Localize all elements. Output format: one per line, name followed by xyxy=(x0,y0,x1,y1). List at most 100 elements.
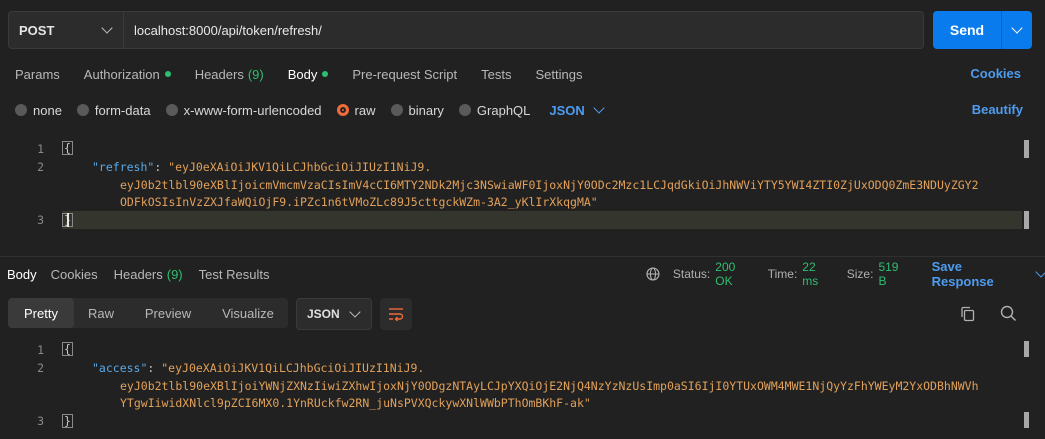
chevron-down-icon xyxy=(1011,22,1023,34)
radio-form-data[interactable]: form-data xyxy=(76,102,151,118)
send-options-button[interactable] xyxy=(1001,11,1032,49)
json-key: "refresh" xyxy=(92,160,155,174)
tab-settings[interactable]: Settings xyxy=(535,67,582,82)
json-string: ODFkOSIsInVzZXJfaWQiOjF9.iPZc1n6tVMoZLc8… xyxy=(120,195,598,209)
response-tab-cookies-label: Cookies xyxy=(50,266,98,282)
response-tab-test-results-label: Test Results xyxy=(198,266,270,282)
radio-circle xyxy=(76,104,89,116)
radio-circle xyxy=(15,104,27,116)
save-response-label: Save Response xyxy=(931,259,994,289)
view-pretty-button[interactable]: Pretty xyxy=(8,298,74,328)
chevron-down-icon xyxy=(1035,266,1045,278)
json-string: "eyJ0eXAiOiJKV1QiLCJhbGciOiJIUzI1NiJ9. xyxy=(168,160,432,174)
response-headers-count: (9) xyxy=(166,266,183,282)
response-view-tabs: Pretty Raw Preview Visualize xyxy=(8,298,288,328)
status-label: Status: xyxy=(672,267,711,281)
active-indicator-dot xyxy=(164,71,171,77)
chevron-down-icon xyxy=(349,306,361,318)
size-value[interactable]: 519 B xyxy=(878,260,909,288)
radio-binary[interactable]: binary xyxy=(390,103,444,118)
response-tab-headers-label: Headers xyxy=(113,266,163,282)
radio-none[interactable]: none xyxy=(15,103,62,118)
request-tabs: Params Authorization Headers (9) Body Pre… xyxy=(15,66,1021,82)
tab-pre-request-script[interactable]: Pre-request Script xyxy=(352,67,457,82)
scrollbar-thumb[interactable] xyxy=(1024,412,1029,428)
send-button-group: Send xyxy=(933,11,1032,49)
tab-tests[interactable]: Tests xyxy=(481,67,511,82)
time-label: Time: xyxy=(767,267,798,281)
scrollbar-thumb[interactable] xyxy=(1024,211,1029,229)
search-icon[interactable] xyxy=(1000,305,1017,322)
tab-authorization-label: Authorization xyxy=(83,66,160,82)
json-string: eyJ0b2tlbl90eXBlIjoiYWNjZXNzIiwiZXhwIjox… xyxy=(120,379,979,393)
radio-graphql[interactable]: GraphQL xyxy=(458,102,531,118)
response-meta: Status: 200 OK Time: 22 ms Size: 519 B S… xyxy=(646,259,1045,289)
tab-settings-label: Settings xyxy=(535,66,583,82)
line-number: 2 xyxy=(37,361,44,375)
body-language-select[interactable]: JSON xyxy=(549,102,605,118)
active-indicator-dot xyxy=(322,71,329,77)
line-number: 2 xyxy=(37,160,44,174)
radio-circle xyxy=(390,104,403,116)
tab-headers[interactable]: Headers (9) xyxy=(195,67,264,82)
radio-urlencoded-label: x-www-form-urlencoded xyxy=(183,102,322,118)
scrollbar-thumb[interactable] xyxy=(1024,341,1029,357)
time-value[interactable]: 22 ms xyxy=(802,260,834,288)
send-button[interactable]: Send xyxy=(933,11,1001,49)
line-number: 3 xyxy=(37,414,44,428)
response-tabs: Body Cookies Headers (9) Test Results xyxy=(7,266,293,282)
method-select[interactable]: POST xyxy=(8,11,124,49)
line-number: 1 xyxy=(37,142,44,156)
open-brace: { xyxy=(62,342,73,356)
view-visualize-button[interactable]: Visualize xyxy=(208,298,288,328)
url-input[interactable]: localhost:8000/api/token/refresh/ xyxy=(124,11,924,49)
active-line-highlight xyxy=(62,211,1022,229)
open-brace: { xyxy=(62,141,73,155)
chevron-down-icon xyxy=(593,102,605,114)
status-value[interactable]: 200 OK xyxy=(715,260,755,288)
cookies-link[interactable]: Cookies xyxy=(970,66,1021,81)
size-label: Size: xyxy=(846,267,874,281)
radio-circle xyxy=(165,104,178,116)
view-preview-button[interactable]: Preview xyxy=(128,298,208,328)
tab-headers-label: Headers xyxy=(194,66,244,82)
method-label: POST xyxy=(19,22,55,38)
copy-icon[interactable] xyxy=(960,306,976,322)
radio-raw-label: raw xyxy=(354,102,376,118)
request-body-editor[interactable]: 1 2 3 { "refresh": "eyJ0eXAiOiJKV1QiLCJh… xyxy=(0,138,1045,250)
view-raw-button[interactable]: Raw xyxy=(74,298,128,328)
tab-body[interactable]: Body xyxy=(288,67,329,82)
beautify-link[interactable]: Beautify xyxy=(972,102,1023,117)
radio-graphql-label: GraphQL xyxy=(476,102,531,118)
response-tab-body-label: Body xyxy=(7,266,37,282)
response-tab-body[interactable]: Body xyxy=(7,267,37,282)
radio-urlencoded[interactable]: x-www-form-urlencoded xyxy=(165,102,322,118)
response-tab-headers[interactable]: Headers (9) xyxy=(114,267,183,282)
url-text: localhost:8000/api/token/refresh/ xyxy=(134,22,322,38)
tab-authorization[interactable]: Authorization xyxy=(84,67,171,82)
response-language-select[interactable]: JSON xyxy=(296,298,372,330)
response-tab-test-results[interactable]: Test Results xyxy=(199,267,270,282)
scrollbar-thumb[interactable] xyxy=(1024,140,1029,158)
response-language-label: JSON xyxy=(307,307,340,321)
tab-body-label: Body xyxy=(287,66,318,82)
save-response-button[interactable]: Save Response xyxy=(932,259,1045,289)
body-type-selector: none form-data x-www-form-urlencoded raw… xyxy=(15,102,605,118)
radio-raw[interactable]: raw xyxy=(336,102,376,118)
body-language-label: JSON xyxy=(549,102,585,118)
radio-form-data-label: form-data xyxy=(94,102,151,118)
text-cursor xyxy=(67,213,69,227)
pane-divider[interactable] xyxy=(0,256,1045,257)
json-string: eyJ0b2tlbl90eXBlIjoicmVmcmVzaCIsImV4cCI6… xyxy=(120,178,979,192)
request-bar: POST localhost:8000/api/token/refresh/ xyxy=(8,11,924,49)
chevron-down-icon xyxy=(101,22,113,34)
line-number: 1 xyxy=(37,343,44,357)
response-body-viewer[interactable]: 1 2 3 { "access": "eyJ0eXAiOiJKV1QiLCJhb… xyxy=(0,340,1045,439)
tab-params-label: Params xyxy=(15,66,60,82)
wrap-lines-icon xyxy=(389,308,404,321)
response-tab-cookies[interactable]: Cookies xyxy=(51,267,98,282)
wrap-lines-button[interactable] xyxy=(380,298,412,330)
json-string: "eyJ0eXAiOiJKV1QiLCJhbGciOiJIUzI1NiJ9. xyxy=(161,361,425,375)
tab-params[interactable]: Params xyxy=(15,67,60,82)
globe-icon[interactable] xyxy=(646,267,660,281)
